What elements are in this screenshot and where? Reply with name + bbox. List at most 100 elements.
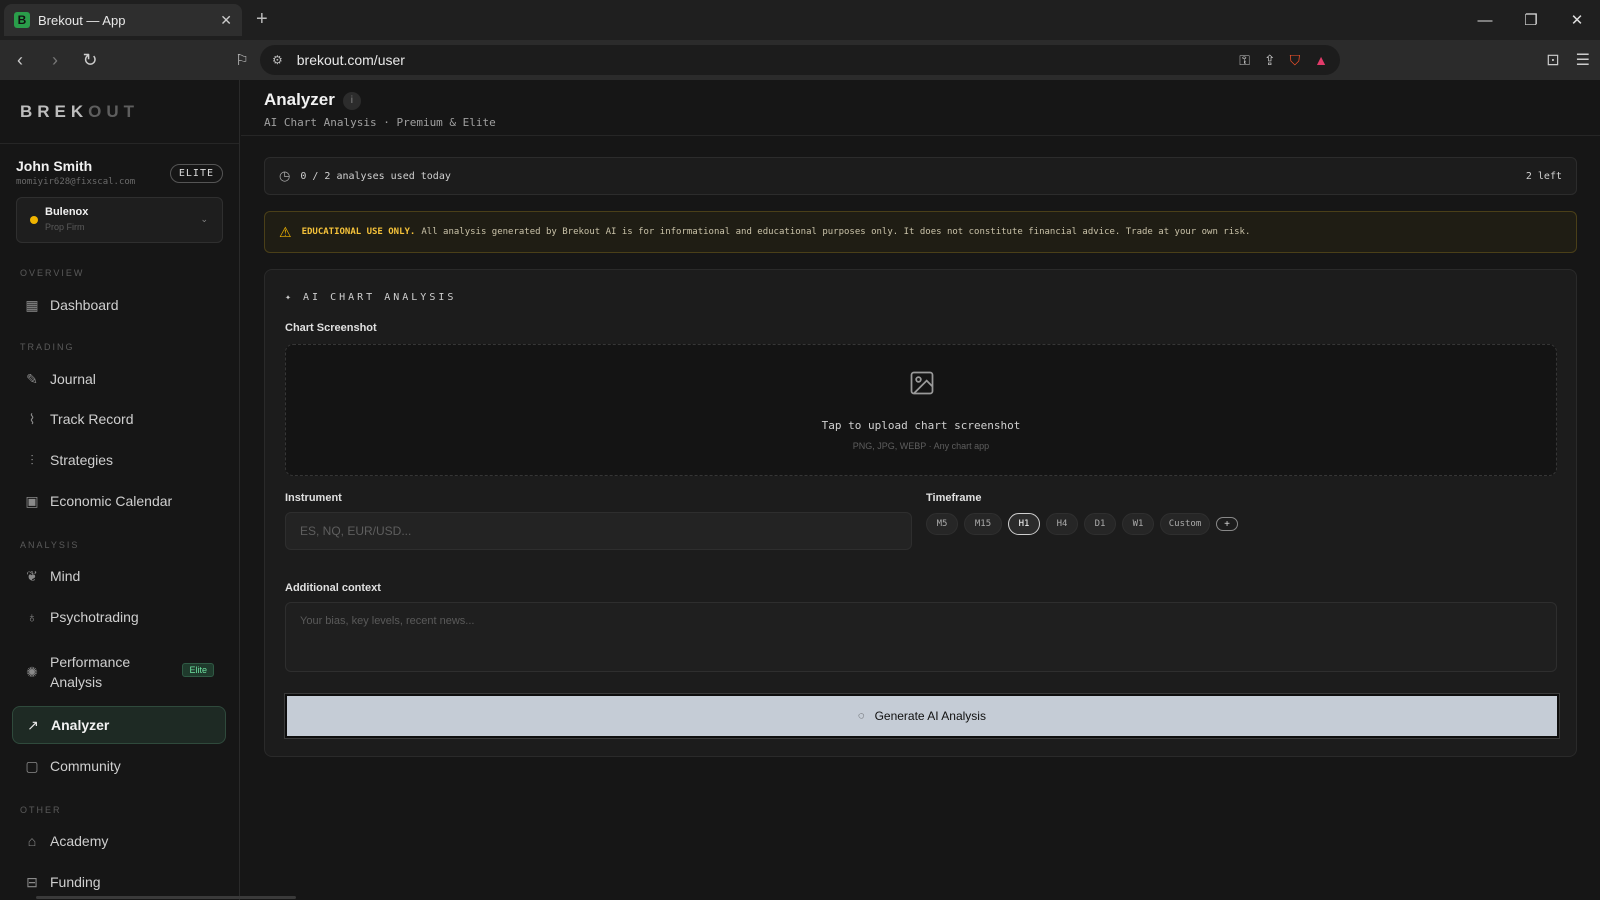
browser-toolbar: ‹ › ↻ ⚐ ⚙ brekout.com/user ⚿ ⇪ ⛉ ▲ ⊡ ☰ [0, 40, 1600, 80]
sidebar-item-performance-analysis[interactable]: ✺ Performance Analysis Elite [12, 650, 226, 694]
chart-upload-dropzone[interactable]: Tap to upload chart screenshot PNG, JPG,… [285, 344, 1557, 476]
sparkle-icon: ◌ [858, 710, 865, 722]
sidebar-toggle-icon[interactable]: ⊡ [1546, 50, 1559, 70]
additional-context-label: Additional context [285, 582, 381, 594]
grid-icon: ▦ [25, 296, 39, 313]
instrument-label: Instrument [285, 492, 342, 504]
sidebar-item-strategies[interactable]: ⫶ Strategies [12, 441, 226, 479]
sun-icon: ✺ [26, 663, 38, 680]
warning-icon: ⚠ [279, 223, 292, 240]
tab-title: Brekout — App [38, 12, 126, 28]
clock-icon: ◷ [279, 168, 291, 183]
plan-badge: ELITE [169, 164, 223, 183]
card-title: ✦ AI CHART ANALYSIS [285, 292, 457, 303]
generate-label: Generate AI Analysis [874, 709, 986, 723]
educational-warning: ⚠ EDUCATIONAL USE ONLY. All analysis gen… [264, 211, 1577, 253]
briefcase-icon: ⊟ [26, 873, 38, 890]
user-profile: John Smith momiyir628@fixscal.com ELITE [0, 144, 239, 187]
brave-rewards-icon[interactable]: ▲ [1314, 52, 1328, 68]
reload-icon[interactable]: ↻ [75, 45, 105, 75]
additional-context-input[interactable] [285, 602, 1557, 672]
close-window-icon[interactable]: ✕ [1554, 0, 1600, 40]
site-settings-icon[interactable]: ⚙ [272, 53, 283, 67]
timeframe-d1[interactable]: D1 [1084, 513, 1116, 535]
share-icon[interactable]: ⇪ [1264, 52, 1276, 69]
sidebar: BREK OUT John Smith momiyir628@fixscal.co… [0, 80, 240, 900]
sidebar-item-academy[interactable]: ⌂ Academy [12, 822, 226, 860]
upload-formats: PNG, JPG, WEBP · Any chart app [852, 441, 990, 451]
tab-close-icon[interactable]: ✕ [220, 12, 232, 29]
signal-bars-icon: ⫶ [30, 451, 34, 468]
ai-chart-analysis-card: ✦ AI CHART ANALYSIS Chart Screenshot Tap… [264, 269, 1577, 757]
warning-title: EDUCATIONAL USE ONLY. [301, 227, 416, 237]
prop-firm-selector[interactable]: Bulenox Prop Firm ⌄ [16, 197, 223, 243]
minimize-icon[interactable]: — [1462, 0, 1508, 40]
favicon-icon: B [14, 12, 30, 28]
upload-text: Tap to upload chart screenshot [821, 419, 1021, 432]
sidebar-item-economic-calendar[interactable]: ▣ Economic Calendar [12, 482, 226, 520]
usage-bar: ◷ 0 / 2 analyses used today 2 left [264, 157, 1577, 195]
timeframe-m15[interactable]: M15 [964, 513, 1002, 535]
graduation-cap-icon: ⌂ [27, 833, 37, 849]
back-icon[interactable]: ‹ [5, 45, 35, 75]
firm-name: Bulenox [45, 206, 89, 218]
firm-status-dot [30, 216, 38, 224]
sidebar-item-mind[interactable]: ❦ Mind [12, 557, 226, 595]
restore-icon[interactable]: ❐ [1508, 0, 1554, 40]
brave-shields-icon[interactable]: ⛉ [1290, 52, 1301, 69]
chat-icon: ▢ [25, 757, 39, 774]
sidebar-item-community[interactable]: ▢ Community [12, 747, 226, 785]
timeframe-m5[interactable]: M5 [926, 513, 958, 535]
window-controls: — ❐ ✕ [1462, 0, 1600, 40]
sidebar-item-track-record[interactable]: ⌇ Track Record [12, 400, 226, 438]
warning-text: All analysis generated by Brekout AI is … [421, 227, 1251, 237]
url-text[interactable]: brekout.com/user [297, 52, 1239, 68]
timeframe-h1[interactable]: H1 [1008, 513, 1040, 535]
calendar-icon: ▣ [25, 492, 39, 509]
image-icon [910, 371, 934, 395]
generate-analysis-button[interactable]: ◌ Generate AI Analysis [284, 693, 1560, 739]
section-overview: OVERVIEW [20, 268, 85, 278]
browser-tab-bar: B Brekout — App ✕ + — ❐ ✕ [0, 0, 1600, 40]
section-analysis: ANALYSIS [20, 540, 80, 550]
timeframe-label: Timeframe [926, 492, 982, 504]
pulse-icon: ⌇ [28, 410, 36, 427]
page-title: Analyzer [264, 90, 335, 109]
usage-remaining: 2 left [1525, 170, 1562, 182]
page-header: Analyzer i AI Chart Analysis · Premium & … [241, 80, 1600, 136]
usage-text: 0 / 2 analyses used today [300, 170, 451, 182]
page-subtitle: AI Chart Analysis · Premium & Elite [264, 116, 496, 129]
main-content: Analyzer i AI Chart Analysis · Premium & … [241, 80, 1600, 900]
forward-icon[interactable]: › [40, 45, 70, 75]
add-timeframe-button[interactable]: + [1216, 517, 1238, 531]
timeframe-w1[interactable]: W1 [1122, 513, 1154, 535]
trend-up-icon: ↗ [27, 716, 39, 733]
lightbulb-icon: ♁ [26, 609, 38, 625]
sidebar-item-analyzer[interactable]: ↗ Analyzer [12, 706, 226, 744]
instrument-input[interactable] [285, 512, 912, 550]
brain-icon: ❦ [26, 567, 38, 584]
bookmark-icon[interactable]: ⚐ [227, 45, 257, 75]
sidebar-item-psychotrading[interactable]: ♁ Psychotrading [12, 598, 226, 636]
browser-tab[interactable]: B Brekout — App ✕ [4, 4, 242, 36]
section-other: OTHER [20, 805, 62, 815]
chart-screenshot-label: Chart Screenshot [285, 322, 377, 334]
new-tab-icon[interactable]: + [256, 8, 268, 31]
sidebar-item-journal[interactable]: ✎ Journal [12, 360, 226, 398]
brand-logo[interactable]: BREK OUT [0, 80, 239, 144]
menu-icon[interactable]: ☰ [1576, 50, 1590, 70]
address-bar[interactable]: ⚙ brekout.com/user ⚿ ⇪ ⛉ ▲ [260, 45, 1340, 75]
info-icon[interactable]: i [342, 92, 361, 110]
sidebar-item-funding[interactable]: ⊟ Funding [12, 863, 226, 900]
firm-type: Prop Firm [45, 222, 85, 232]
pen-icon: ✎ [26, 370, 38, 387]
timeframe-h4[interactable]: H4 [1046, 513, 1078, 535]
chevron-down-icon: ⌄ [200, 214, 208, 224]
elite-tag: Elite [182, 663, 214, 677]
timeframe-selector: M5 M15 H1 H4 D1 W1 Custom + [926, 513, 1238, 535]
key-icon[interactable]: ⚿ [1239, 52, 1250, 69]
timeframe-custom[interactable]: Custom [1160, 513, 1210, 535]
section-trading: TRADING [20, 342, 75, 352]
sidebar-item-dashboard[interactable]: ▦ Dashboard [12, 286, 226, 324]
horizontal-scrollbar[interactable] [36, 896, 296, 899]
